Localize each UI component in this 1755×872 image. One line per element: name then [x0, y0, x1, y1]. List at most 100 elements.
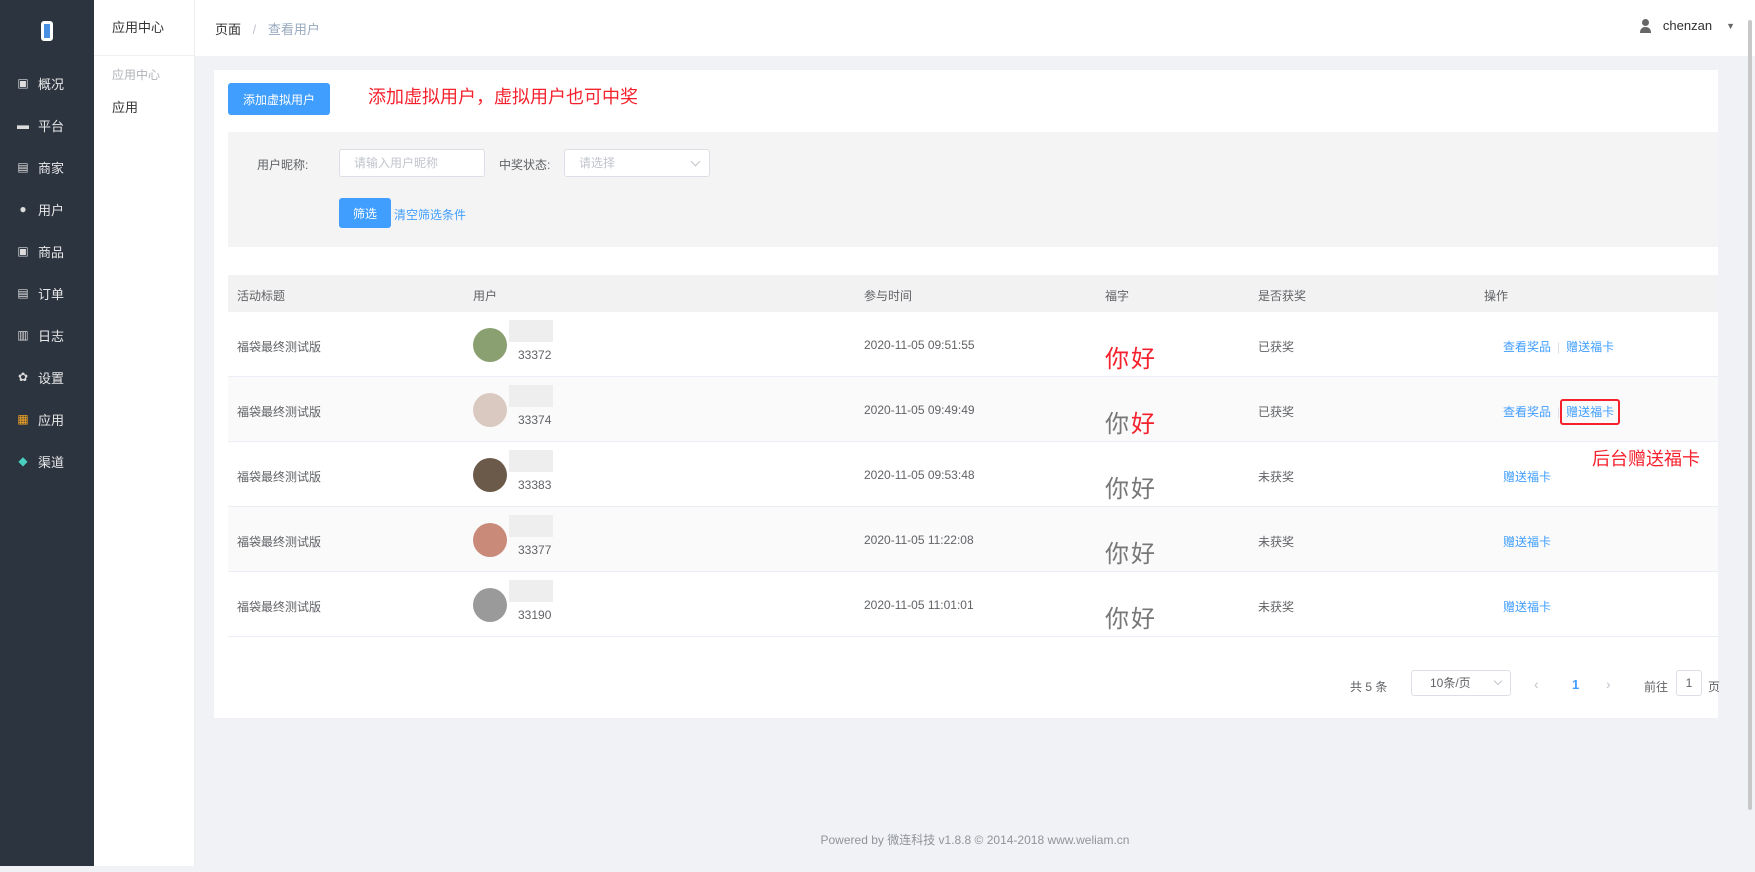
avatar: [473, 588, 507, 622]
sidebar-item-5[interactable]: ▤ 订单: [0, 272, 94, 314]
activity-title: 福袋最终测试版: [237, 405, 322, 419]
action-link[interactable]: 赠送福卡: [1560, 399, 1621, 425]
col-won: 是否获奖: [1258, 289, 1307, 303]
action-link[interactable]: 查看奖品: [1503, 405, 1551, 419]
add-virtual-user-button[interactable]: 添加虚拟用户: [228, 83, 331, 115]
fu-char: 你: [1105, 540, 1131, 568]
fu-char: 你: [1105, 605, 1131, 633]
sidebar-item-4[interactable]: ▣ 商品: [0, 230, 94, 272]
sidebar-item-label: 日志: [38, 328, 65, 344]
fu-char: 好: [1131, 605, 1157, 633]
sidebar-item-label: 设置: [38, 370, 65, 386]
goto-page-input[interactable]: 1: [1676, 670, 1702, 696]
sidebar-item-9[interactable]: ◆ 渠道: [0, 440, 94, 482]
fu-characters: 你好: [1105, 469, 1157, 504]
monitor-icon: ▬: [17, 118, 29, 132]
row-actions: 赠送福卡: [1503, 468, 1551, 485]
fu-char: 你: [1105, 475, 1131, 503]
activity-title: 福袋最终测试版: [237, 470, 322, 484]
channel-icon: ◆: [18, 454, 28, 468]
sub-sidebar-item-apps[interactable]: 应用: [94, 83, 194, 116]
col-time: 参与时间: [864, 289, 913, 303]
filter-button[interactable]: 筛选: [339, 198, 392, 228]
win-status: 已获奖: [1258, 340, 1295, 354]
table-header: 活动标题 用户 参与时间 福字 是否获奖 操作: [228, 275, 1718, 312]
page-size-select[interactable]: 10条/页: [1411, 670, 1511, 696]
user-menu[interactable]: chenzan ▼: [1639, 18, 1735, 33]
avatar: [473, 328, 507, 362]
win-status: 已获奖: [1258, 405, 1295, 419]
gear-icon: ✿: [17, 370, 29, 384]
annotation-add-user: 添加虚拟用户，虚拟用户也可中奖: [368, 87, 638, 107]
user-id: 33190: [518, 608, 552, 622]
sidebar-item-6[interactable]: ▥ 日志: [0, 314, 94, 356]
action-link[interactable]: 赠送福卡: [1503, 470, 1551, 484]
prev-page-button[interactable]: ‹: [1534, 676, 1539, 692]
store-icon: ▤: [17, 160, 29, 174]
person-icon: [1639, 18, 1653, 33]
user-id: 33377: [518, 543, 552, 557]
avatar: [473, 458, 507, 492]
action-link[interactable]: 赠送福卡: [1503, 600, 1551, 614]
row-actions: 赠送福卡: [1503, 598, 1551, 615]
nickname-input[interactable]: 请输入用户昵称: [339, 149, 485, 177]
action-link[interactable]: 赠送福卡: [1566, 340, 1614, 354]
status-label: 中奖状态:: [499, 158, 551, 172]
blurred-nickname: [509, 515, 553, 537]
join-time: 2020-11-05 11:01:01: [864, 598, 974, 612]
status-select[interactable]: 请选择: [564, 149, 710, 177]
sidebar-item-7[interactable]: ✿ 设置: [0, 356, 94, 398]
action-link[interactable]: 赠送福卡: [1503, 535, 1551, 549]
username: chenzan: [1662, 18, 1713, 33]
page-size-value: 10条/页: [1430, 676, 1471, 690]
sidebar-item-3[interactable]: ● 用户: [0, 188, 94, 230]
top-header: 页面 / 查看用户 chenzan ▼: [195, 0, 1755, 56]
row-actions: 查看奖品 | 赠送福卡: [1503, 338, 1614, 355]
next-page-button[interactable]: ›: [1606, 676, 1611, 692]
sidebar-item-2[interactable]: ▤ 商家: [0, 146, 94, 188]
sidebar-item-label: 商品: [38, 244, 65, 260]
fu-char: 你: [1105, 345, 1131, 373]
breadcrumb-separator: /: [252, 21, 257, 37]
sidebar-item-1[interactable]: ▬ 平台: [0, 104, 94, 146]
col-fu: 福字: [1105, 289, 1130, 303]
apps-icon: ▦: [17, 412, 29, 426]
sub-sidebar-title: 应用中心: [94, 0, 194, 56]
row-actions: 赠送福卡: [1503, 533, 1551, 550]
user-icon: ●: [19, 202, 27, 216]
table-row: 福袋最终测试版 33377 2020-11-05 11:22:08 你好 未获奖 赠送福卡: [228, 507, 1718, 572]
page-scrollbar[interactable]: [1748, 20, 1752, 810]
app-logo[interactable]: [0, 0, 94, 62]
filter-panel: 用户昵称: 请输入用户昵称 中奖状态: 请选择 筛选 清空筛选条件: [228, 132, 1718, 247]
blurred-nickname: [509, 580, 553, 602]
clear-filter-link[interactable]: 清空筛选条件: [394, 206, 466, 223]
nickname-label: 用户昵称:: [257, 158, 309, 172]
sub-sidebar: 应用中心 应用中心 应用: [94, 0, 195, 866]
table-row: 福袋最终测试版 33372 2020-11-05 09:51:55 你好 已获奖 查看奖品…: [228, 312, 1718, 377]
caret-down-icon: ▼: [1726, 20, 1735, 31]
sidebar-item-0[interactable]: ▣ 概况: [0, 62, 94, 104]
blurred-nickname: [509, 320, 553, 342]
sidebar-item-label: 渠道: [38, 454, 65, 470]
col-activity-title: 活动标题: [237, 289, 286, 303]
fu-characters: 你好: [1105, 339, 1157, 374]
page-number-current[interactable]: 1: [1572, 677, 1579, 692]
sidebar-item-label: 商家: [38, 160, 65, 176]
sidebar-item-8[interactable]: ▦ 应用: [0, 398, 94, 440]
breadcrumb-current: 查看用户: [267, 21, 320, 37]
goto-prefix: 前往: [1644, 680, 1669, 694]
join-time: 2020-11-05 09:49:49: [864, 403, 975, 417]
fu-char: 好: [1131, 475, 1157, 503]
goods-icon: ▣: [17, 244, 29, 258]
phone-icon: [41, 21, 53, 41]
fu-char: 好: [1131, 345, 1157, 373]
user-table: 活动标题 用户 参与时间 福字 是否获奖 操作 福袋最终测试版 33372 2020…: [228, 275, 1718, 637]
user-id: 33383: [518, 478, 552, 492]
chevron-down-icon: [690, 156, 701, 167]
breadcrumb-root[interactable]: 页面: [215, 22, 241, 37]
sidebar-item-label: 概况: [38, 76, 65, 92]
content-card: 添加虚拟用户 添加虚拟用户，虚拟用户也可中奖 用户昵称: 请输入用户昵称 中奖状…: [214, 70, 1720, 718]
dashboard-icon: ▣: [17, 76, 29, 90]
action-link[interactable]: 查看奖品: [1503, 340, 1551, 354]
win-status: 未获奖: [1258, 600, 1295, 614]
